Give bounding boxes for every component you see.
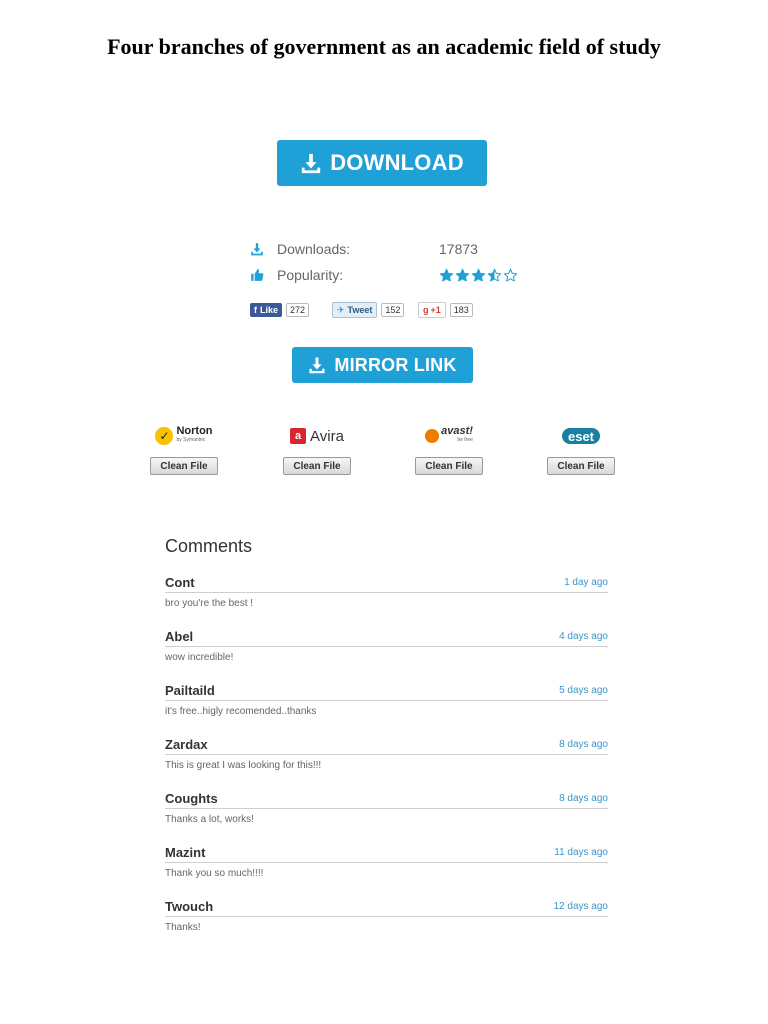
tweet-count: 152 [381,303,405,317]
comment-item: Pailtaild 5 days ago it's free..higly rec… [165,680,608,734]
comment-item: Abel 4 days ago wow incredible! [165,626,608,680]
comment-text: wow incredible! [165,652,234,663]
comment-text: it's free..higly recomended..thanks [165,706,317,717]
comment-time[interactable]: 8 days ago [559,739,608,750]
comment-time[interactable]: 11 days ago [554,847,608,858]
avira-umbrella-icon: a [290,428,307,444]
comment-text: Thank you so much!!!! [165,868,264,879]
facebook-icon: f [254,305,257,315]
avast-orb-icon [425,429,440,443]
google-plus-widget[interactable]: g +1 183 [418,302,473,318]
comment-time[interactable]: 8 days ago [559,793,608,804]
google-plus-count: 183 [449,303,473,317]
twitter-bird-icon: ✈ [337,304,345,315]
comment-text: Thanks! [165,922,201,933]
star-empty-icon [503,268,518,282]
google-plus-icon: g [423,305,429,315]
star-full-icon [439,268,454,282]
popularity-stars [439,268,518,283]
comment-time[interactable]: 1 day ago [564,577,608,588]
comment-item: Mazint 11 days ago Thank you so much!!!! [165,842,608,896]
comment-item: Coughts 8 days ago Thanks a lot, works! [165,788,608,842]
download-button-label: DOWNLOAD [330,150,464,175]
comment-author: Mazint [165,844,206,860]
downloads-label: Downloads: [277,241,351,257]
comments-heading: Comments [165,536,253,556]
download-icon [309,357,325,374]
eset-clean-file-button[interactable]: Clean File [547,457,615,475]
comment-item: Cont 1 day ago bro you're the best ! [165,572,608,626]
download-count-icon [250,242,264,256]
avira-clean-file-button[interactable]: Clean File [283,457,351,475]
popularity-label: Popularity: [277,267,344,283]
download-button[interactable]: DOWNLOAD [277,140,487,186]
avira-logo: a Avira [282,424,352,448]
comment-text: bro you're the best ! [165,598,254,609]
comment-author: Zardax [165,736,208,752]
comment-text: This is great I was looking for this!!! [165,760,322,771]
tweet-button[interactable]: ✈ Tweet [332,302,378,318]
downloads-value: 17873 [439,241,478,257]
mirror-link-label: MIRROR LINK [334,354,457,375]
avira-badge: a Avira Clean File [282,424,352,475]
comment-author: Pailtaild [165,682,215,698]
comment-time[interactable]: 5 days ago [559,685,608,696]
comment-text: Thanks a lot, works! [165,814,254,825]
comment-time[interactable]: 4 days ago [559,631,608,642]
comment-item: Zardax 8 days ago This is great I was loo… [165,734,608,788]
norton-clean-file-button[interactable]: Clean File [150,457,218,475]
popularity-stat: Popularity: [250,265,518,285]
norton-badge: ✓ Norton by Symantec Clean File [149,424,219,475]
download-icon [302,153,321,174]
twitter-tweet-widget[interactable]: ✈ Tweet 152 [332,302,405,318]
star-full-icon [455,268,470,282]
comment-item: Twouch 12 days ago Thanks! [165,896,608,950]
page-title: Four branches of government as an academ… [107,34,661,59]
norton-check-icon: ✓ [155,427,174,445]
norton-logo: ✓ Norton by Symantec [149,424,219,448]
facebook-count: 272 [286,303,310,317]
google-plus-button[interactable]: g +1 [418,302,446,318]
comment-author: Coughts [165,790,218,806]
star-full-icon [471,268,486,282]
comment-author: Twouch [165,898,214,914]
facebook-like-button[interactable]: f Like [250,303,283,317]
comment-author: Abel [165,628,194,644]
downloads-stat: Downloads: 17873 [250,239,478,259]
comment-time[interactable]: 12 days ago [554,901,609,912]
avast-logo: avast! be free [414,424,484,448]
mirror-link-button[interactable]: MIRROR LINK [292,347,473,383]
avast-clean-file-button[interactable]: Clean File [415,457,483,475]
star-half-icon [487,268,502,282]
avast-badge: avast! be free Clean File [414,424,484,475]
comment-author: Cont [165,574,195,590]
eset-badge: eset Clean File [546,424,616,475]
eset-logo: eset [546,424,616,448]
facebook-like-widget[interactable]: f Like 272 [250,302,310,318]
thumbs-up-icon [250,268,264,282]
